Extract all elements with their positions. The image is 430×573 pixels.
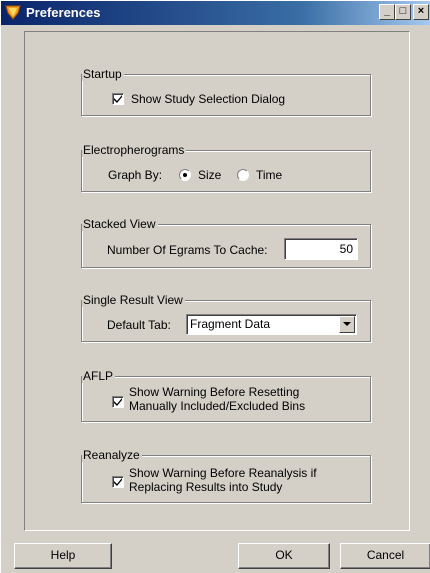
electropherograms-legend: Electropherograms xyxy=(82,143,187,157)
single-result-view-legend: Single Result View xyxy=(82,293,185,307)
checkmark-icon xyxy=(114,95,122,103)
time-option-label: Time xyxy=(256,168,283,182)
maximize-button[interactable]: □ xyxy=(395,4,411,20)
default-tab-label: Default Tab: xyxy=(107,318,171,332)
radio-selected-dot xyxy=(183,173,187,177)
title-bar[interactable]: Preferences _ □ × xyxy=(1,1,430,25)
graph-by-size-radio[interactable] xyxy=(179,169,191,181)
default-tab-value: Fragment Data xyxy=(190,317,271,331)
default-tab-select[interactable]: Fragment Data xyxy=(186,314,357,335)
startup-legend: Startup xyxy=(82,67,124,81)
graph-by-label: Graph By: xyxy=(108,168,163,182)
reanalyze-legend: Reanalyze xyxy=(82,448,142,462)
close-button[interactable]: × xyxy=(413,4,429,20)
reanalyze-warning-label-line2: Replacing Results into Study xyxy=(129,480,283,494)
chevron-down-icon xyxy=(343,322,351,326)
help-button[interactable]: Help xyxy=(14,543,112,569)
minimize-button[interactable]: _ xyxy=(379,4,395,20)
show-study-selection-checkbox[interactable] xyxy=(112,93,124,105)
egrams-cache-label: Number Of Egrams To Cache: xyxy=(107,243,268,257)
preferences-window: Preferences _ □ × Startup Show Study Sel… xyxy=(0,0,430,573)
checkmark-icon xyxy=(114,398,122,406)
shield-icon xyxy=(5,5,21,20)
aflp-legend: AFLP xyxy=(82,369,116,383)
size-option-label: Size xyxy=(198,168,222,182)
ok-button[interactable]: OK xyxy=(238,543,330,569)
aflp-warning-label-line1: Show Warning Before Resetting xyxy=(129,385,300,399)
egrams-cache-input[interactable]: 50 xyxy=(284,238,358,260)
aflp-warning-checkbox[interactable] xyxy=(112,396,124,408)
reanalyze-warning-label-line1: Show Warning Before Reanalysis if xyxy=(129,466,317,480)
checkmark-icon xyxy=(114,478,122,486)
dropdown-arrow-button[interactable] xyxy=(339,316,355,333)
stacked-view-legend: Stacked View xyxy=(82,217,158,231)
reanalyze-warning-checkbox[interactable] xyxy=(112,476,124,488)
cancel-button[interactable]: Cancel xyxy=(340,543,430,569)
graph-by-time-radio[interactable] xyxy=(237,169,249,181)
aflp-warning-label-line2: Manually Included/Excluded Bins xyxy=(129,399,306,413)
window-title: Preferences xyxy=(26,5,101,20)
show-study-selection-label: Show Study Selection Dialog xyxy=(131,92,286,106)
